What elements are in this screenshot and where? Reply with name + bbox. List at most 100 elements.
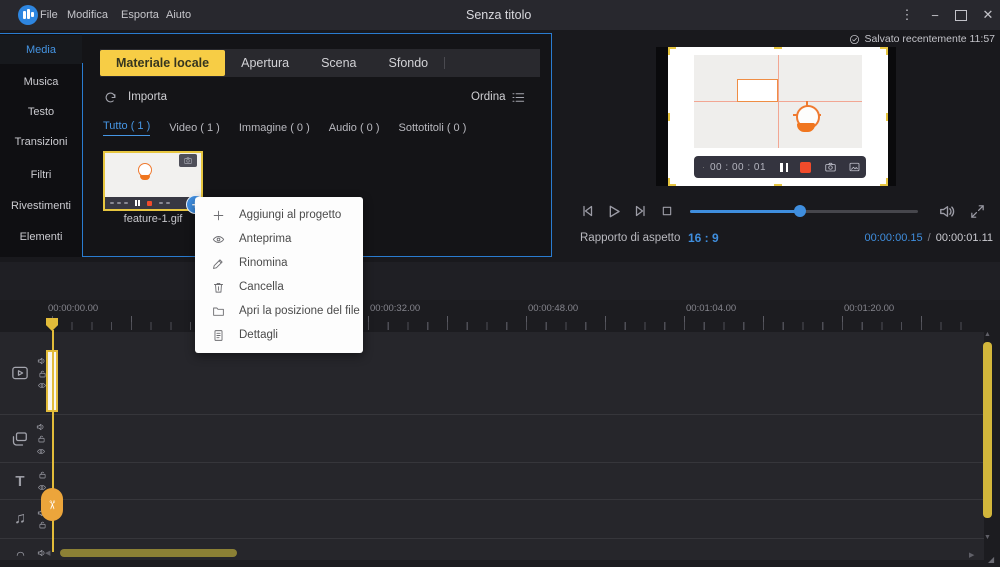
image-icon	[848, 161, 861, 173]
tab-scena[interactable]: Scena	[305, 49, 372, 77]
vertical-scrollbar[interactable]	[983, 342, 992, 518]
minimize-button[interactable]: −	[922, 0, 948, 30]
recorder-time: 00 : 00 : 01	[710, 161, 767, 173]
ctx-apri-posizione[interactable]: Apri la posizione del file	[195, 299, 363, 323]
ctx-cancella[interactable]: Cancella	[195, 275, 363, 299]
filter-audio[interactable]: Audio ( 0 )	[329, 122, 380, 134]
eye-icon	[212, 233, 225, 246]
menu-esporta[interactable]: Esporta	[121, 0, 159, 30]
folder-icon	[212, 305, 225, 318]
aspect-ratio-label: Rapporto di aspetto	[580, 232, 681, 244]
current-time: 00:00:00.15	[864, 232, 923, 244]
ruler-label: 00:01:04.00	[686, 303, 737, 314]
filter-tutto[interactable]: Tutto ( 1 )	[103, 120, 151, 136]
lock-icon[interactable]	[38, 470, 47, 480]
vscroll-down-icon[interactable]: ▼	[984, 534, 991, 541]
overlay-track-icon	[10, 430, 29, 448]
tab-sfondo[interactable]: Sfondo	[373, 49, 445, 77]
ruler-label: 00:00:32.00	[370, 303, 421, 314]
filter-sottotitoli[interactable]: Sottotitoli ( 0 )	[399, 122, 467, 134]
pause-icon	[780, 162, 789, 172]
menu-file[interactable]: File	[40, 0, 58, 30]
edit-toolbar: ✂ Esporta	[0, 262, 1000, 554]
filter-video[interactable]: Video ( 1 )	[169, 122, 220, 134]
context-menu: Aggiungi al progetto Anteprima Rinomina …	[195, 197, 363, 353]
close-button[interactable]: ✕	[975, 0, 1000, 30]
ctx-add-to-project[interactable]: Aggiungi al progetto	[195, 203, 363, 227]
video-track-icon	[10, 364, 30, 382]
fullscreen-icon[interactable]	[969, 203, 986, 220]
stop-button[interactable]	[659, 203, 675, 219]
recorder-control-bar: · 00 : 00 : 01	[694, 156, 866, 178]
titlebar: File Modifica Esporta Aiuto Senza titolo…	[0, 0, 1000, 30]
camera-badge-icon[interactable]	[179, 154, 197, 167]
track-row-overlay[interactable]	[0, 414, 984, 462]
import-row: Importa Ordina	[100, 88, 540, 108]
details-icon	[212, 329, 225, 342]
sidebar-divider	[82, 63, 83, 257]
plus-icon	[212, 209, 225, 222]
play-button[interactable]	[604, 202, 623, 221]
video-editor-window: File Modifica Esporta Aiuto Senza titolo…	[0, 0, 1000, 567]
next-frame-button[interactable]	[632, 202, 650, 220]
recorder-capture-area	[694, 55, 862, 148]
left-sidebar: Media Musica Testo Transizioni Filtri Ri…	[0, 34, 82, 257]
hscroll-left-icon[interactable]: ◀	[45, 549, 50, 557]
tab-materiale-locale[interactable]: Materiale locale	[100, 50, 226, 76]
menu-modifica[interactable]: Modifica	[67, 0, 108, 30]
menu-aiuto[interactable]: Aiuto	[166, 0, 191, 30]
horizontal-scrollbar[interactable]	[60, 549, 237, 557]
sidebar-item-rivestimenti[interactable]: Rivestimenti	[0, 191, 82, 220]
sidebar-item-musica[interactable]: Musica	[0, 67, 82, 96]
capture-selection-rect	[737, 79, 778, 102]
track-row-text[interactable]: T	[0, 462, 984, 499]
vscroll-up-icon[interactable]: ▲	[984, 331, 991, 338]
import-label[interactable]: Importa	[128, 91, 167, 103]
voice-track-icon	[10, 548, 30, 558]
recorder-base	[140, 175, 150, 180]
sidebar-item-filtri[interactable]: Filtri	[0, 160, 82, 189]
sidebar-item-transizioni[interactable]: Transizioni	[0, 127, 82, 156]
sidebar-item-testo[interactable]: Testo	[0, 97, 82, 126]
ruler-label: 00:00:48.00	[528, 303, 579, 314]
visibility-icon[interactable]	[36, 447, 46, 456]
total-time: 00:00:01.11	[935, 232, 993, 244]
track-row-music[interactable]: ♫	[0, 499, 984, 538]
ctx-anteprima[interactable]: Anteprima	[195, 227, 363, 251]
lock-icon[interactable]	[37, 434, 46, 444]
track-row-video[interactable]	[0, 332, 984, 414]
sort-icon[interactable]	[510, 90, 526, 105]
ruler-label: 00:00:00.00	[48, 303, 99, 314]
filter-immagine[interactable]: Immagine ( 0 )	[239, 122, 310, 134]
media-filters: Tutto ( 1 ) Video ( 1 ) Immagine ( 0 ) A…	[103, 119, 466, 137]
sidebar-item-media[interactable]: Media	[0, 35, 82, 64]
check-circle-icon	[849, 34, 860, 45]
aspect-ratio-value[interactable]: 16 : 9	[688, 231, 719, 245]
volume-icon[interactable]	[938, 202, 957, 221]
sort-label[interactable]: Ordina	[471, 91, 506, 103]
trash-icon	[212, 281, 225, 294]
file-name: feature-1.gif	[123, 213, 183, 225]
mute-icon[interactable]	[36, 422, 46, 432]
overlay-track-header	[0, 415, 56, 462]
music-track-icon: ♫	[14, 510, 26, 527]
cut-scissors-badge[interactable]: ✂	[41, 488, 63, 521]
recorder-base	[797, 123, 815, 132]
lock-icon[interactable]	[38, 520, 47, 530]
tab-divider	[444, 57, 446, 69]
sidebar-item-elementi[interactable]: Elementi	[0, 222, 82, 251]
ctx-rinomina[interactable]: Rinomina	[195, 251, 363, 275]
maximize-button[interactable]	[948, 0, 974, 30]
more-options-icon[interactable]: ⋮	[894, 0, 920, 30]
seek-slider-handle[interactable]	[794, 205, 806, 217]
import-icon[interactable]	[103, 90, 118, 105]
record-stop-icon	[800, 161, 812, 173]
ctx-dettagli[interactable]: Dettagli	[195, 323, 363, 347]
tab-apertura[interactable]: Apertura	[225, 49, 305, 77]
screenshot-camera-icon	[824, 161, 837, 173]
hscroll-right-icon[interactable]: ▶	[969, 551, 974, 559]
seek-slider-fill	[690, 210, 800, 213]
window-title: Senza titolo	[466, 8, 532, 22]
resize-grip-icon[interactable]: ◢	[988, 555, 994, 564]
previous-frame-button[interactable]	[578, 202, 596, 220]
